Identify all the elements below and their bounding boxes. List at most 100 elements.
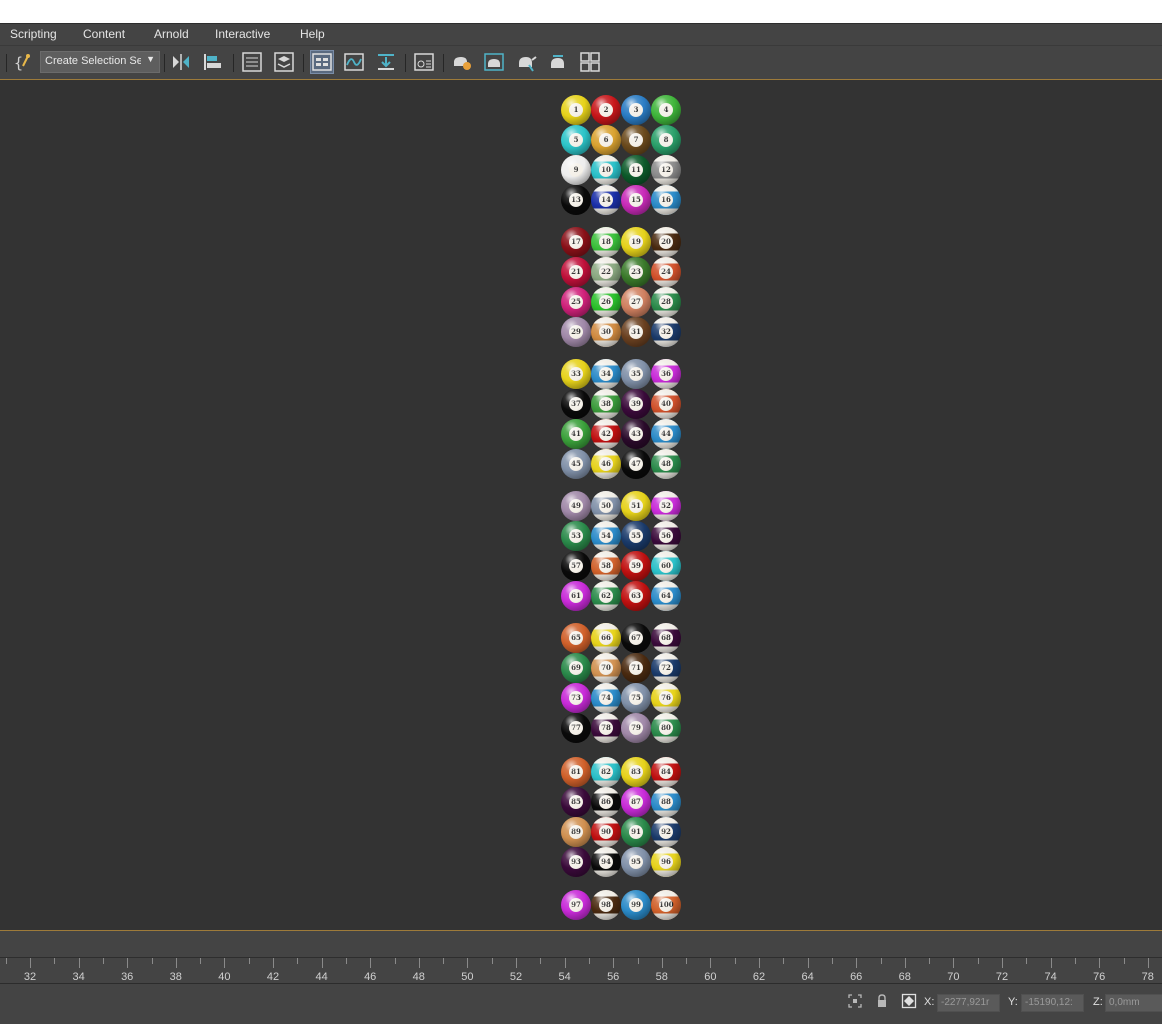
pool-ball[interactable]: 61 <box>561 581 591 611</box>
pool-ball[interactable]: 71 <box>621 653 651 683</box>
curve-editor-icon[interactable] <box>343 51 365 73</box>
pool-ball[interactable]: 2 <box>591 95 621 125</box>
pool-ball[interactable]: 23 <box>621 257 651 287</box>
pool-ball[interactable]: 3 <box>621 95 651 125</box>
pool-ball[interactable]: 57 <box>561 551 591 581</box>
pool-ball[interactable]: 18 <box>591 227 621 257</box>
pool-ball[interactable]: 7 <box>621 125 651 155</box>
menu-content[interactable]: Content <box>83 27 125 41</box>
pool-ball[interactable]: 17 <box>561 227 591 257</box>
pool-ball[interactable]: 72 <box>651 653 681 683</box>
pool-ball[interactable]: 52 <box>651 491 681 521</box>
pool-ball[interactable]: 58 <box>591 551 621 581</box>
pool-ball[interactable]: 20 <box>651 227 681 257</box>
x-coordinate-field[interactable]: -2277,921r <box>937 994 1000 1012</box>
pool-ball[interactable]: 4 <box>651 95 681 125</box>
pool-ball[interactable]: 86 <box>591 787 621 817</box>
pool-ball[interactable]: 54 <box>591 521 621 551</box>
pool-ball[interactable]: 93 <box>561 847 591 877</box>
align-icon[interactable] <box>202 51 224 73</box>
pool-ball[interactable]: 76 <box>651 683 681 713</box>
pool-ball[interactable]: 14 <box>591 185 621 215</box>
pool-ball[interactable]: 44 <box>651 419 681 449</box>
pool-ball[interactable]: 19 <box>621 227 651 257</box>
scene-explorer-icon[interactable] <box>241 51 263 73</box>
pool-ball[interactable]: 80 <box>651 713 681 743</box>
pool-ball[interactable]: 83 <box>621 757 651 787</box>
z-coordinate-field[interactable]: 0,0mm <box>1105 994 1162 1012</box>
schematic-view-icon[interactable] <box>413 51 435 73</box>
pool-ball[interactable]: 47 <box>621 449 651 479</box>
render-setup-icon[interactable] <box>451 51 473 73</box>
pool-ball[interactable]: 27 <box>621 287 651 317</box>
pool-ball[interactable]: 56 <box>651 521 681 551</box>
render-teapot-icon[interactable] <box>515 51 537 73</box>
rendered-frame-window-icon[interactable] <box>483 51 505 73</box>
pool-ball[interactable]: 95 <box>621 847 651 877</box>
pool-ball[interactable]: 31 <box>621 317 651 347</box>
pool-ball[interactable]: 32 <box>651 317 681 347</box>
pool-ball[interactable]: 8 <box>651 125 681 155</box>
pool-ball[interactable]: 30 <box>591 317 621 347</box>
pool-ball[interactable]: 49 <box>561 491 591 521</box>
pool-ball[interactable]: 79 <box>621 713 651 743</box>
pool-ball[interactable]: 60 <box>651 551 681 581</box>
pool-ball[interactable]: 1 <box>561 95 591 125</box>
pool-ball[interactable]: 38 <box>591 389 621 419</box>
pool-ball[interactable]: 84 <box>651 757 681 787</box>
pool-ball[interactable]: 70 <box>591 653 621 683</box>
pool-ball[interactable]: 28 <box>651 287 681 317</box>
layer-explorer-icon[interactable] <box>273 51 295 73</box>
pool-ball[interactable]: 37 <box>561 389 591 419</box>
maxscript-icon[interactable]: { <box>12 51 34 73</box>
pool-ball[interactable]: 63 <box>621 581 651 611</box>
selection-set-dropdown[interactable]: Create Selection Se ▼ <box>40 51 160 73</box>
ribbon-icon[interactable] <box>310 50 334 74</box>
pool-ball[interactable]: 39 <box>621 389 651 419</box>
pool-ball[interactable]: 41 <box>561 419 591 449</box>
menu-help[interactable]: Help <box>300 27 325 41</box>
pool-ball[interactable]: 9 <box>561 155 591 185</box>
pool-ball[interactable]: 5 <box>561 125 591 155</box>
pool-ball[interactable]: 45 <box>561 449 591 479</box>
pool-ball[interactable]: 13 <box>561 185 591 215</box>
pool-ball[interactable]: 48 <box>651 449 681 479</box>
pool-ball[interactable]: 69 <box>561 653 591 683</box>
menu-arnold[interactable]: Arnold <box>154 27 189 41</box>
timeline-ruler[interactable]: 32 34 36 38 40 42 44 46 48 50 52 54 56 58 60 62 64 66 68 70… <box>0 957 1162 984</box>
pool-ball[interactable]: 12 <box>651 155 681 185</box>
pool-ball[interactable]: 53 <box>561 521 591 551</box>
pool-ball[interactable]: 29 <box>561 317 591 347</box>
pool-ball[interactable]: 62 <box>591 581 621 611</box>
pool-ball[interactable]: 22 <box>591 257 621 287</box>
pool-ball[interactable]: 46 <box>591 449 621 479</box>
pool-ball[interactable]: 33 <box>561 359 591 389</box>
pool-ball[interactable]: 75 <box>621 683 651 713</box>
pool-ball[interactable]: 73 <box>561 683 591 713</box>
pool-ball[interactable]: 16 <box>651 185 681 215</box>
menu-interactive[interactable]: Interactive <box>215 27 270 41</box>
absolute-mode-icon[interactable] <box>901 993 917 1009</box>
pool-ball[interactable]: 10 <box>591 155 621 185</box>
selection-lock-icon[interactable] <box>874 993 890 1009</box>
pool-ball[interactable]: 74 <box>591 683 621 713</box>
pool-ball[interactable]: 59 <box>621 551 651 581</box>
pool-ball[interactable]: 35 <box>621 359 651 389</box>
pool-ball[interactable]: 64 <box>651 581 681 611</box>
pool-ball[interactable]: 21 <box>561 257 591 287</box>
pool-ball[interactable]: 88 <box>651 787 681 817</box>
pool-ball[interactable]: 34 <box>591 359 621 389</box>
pool-ball[interactable]: 66 <box>591 623 621 653</box>
pool-ball[interactable]: 36 <box>651 359 681 389</box>
pool-ball[interactable]: 65 <box>561 623 591 653</box>
pool-ball[interactable]: 94 <box>591 847 621 877</box>
pool-ball[interactable]: 25 <box>561 287 591 317</box>
pool-ball[interactable]: 81 <box>561 757 591 787</box>
pool-ball[interactable]: 92 <box>651 817 681 847</box>
pool-ball[interactable]: 90 <box>591 817 621 847</box>
pool-ball[interactable]: 68 <box>651 623 681 653</box>
pool-ball[interactable]: 6 <box>591 125 621 155</box>
mirror-icon[interactable] <box>170 51 192 73</box>
pool-ball[interactable]: 40 <box>651 389 681 419</box>
pool-ball[interactable]: 50 <box>591 491 621 521</box>
